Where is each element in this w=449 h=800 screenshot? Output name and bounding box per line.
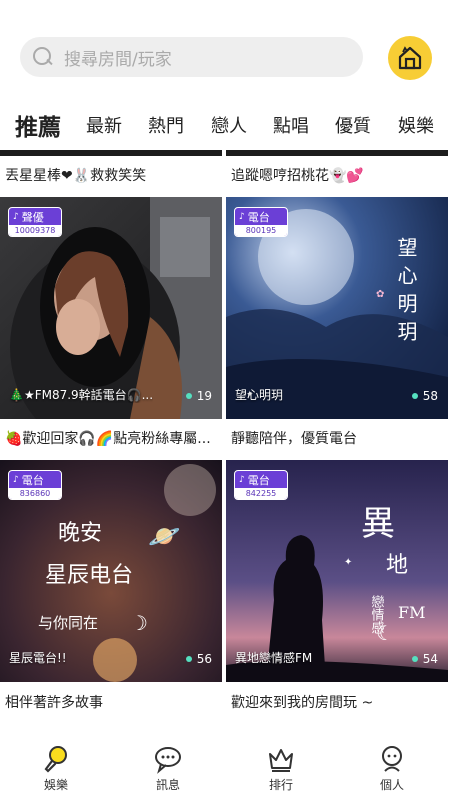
room-name: 星辰電台!!: [9, 651, 67, 665]
room-category-badge: ♪ 電台 800195: [234, 207, 288, 237]
room-title[interactable]: 靜聽陪伴，優質電台: [231, 428, 445, 448]
crown-icon: [269, 749, 293, 772]
nav-profile[interactable]: 個人: [352, 744, 432, 793]
svg-text:地: 地: [386, 553, 408, 578]
room-id: 10009378: [9, 225, 61, 236]
music-note-icon: ♪: [239, 211, 245, 222]
tab-song-request[interactable]: 點唱: [273, 112, 309, 138]
room-name: 🎄★FM87.9幹話電台🎧...: [9, 388, 154, 402]
tab-entertainment[interactable]: 娛樂: [398, 112, 434, 138]
online-dot-icon: [185, 656, 192, 662]
room-title[interactable]: 追蹤嗯哼招桃花👻💕: [231, 165, 445, 185]
room-title[interactable]: 相伴著許多故事: [5, 692, 219, 712]
nav-messages[interactable]: 訊息: [128, 744, 208, 793]
online-count: 54: [411, 652, 438, 666]
svg-text:望心明玥: 望心明玥: [394, 237, 418, 349]
category-label: 電台: [21, 473, 44, 487]
search-placeholder: 搜尋房間/玩家: [64, 49, 172, 70]
room-name: 異地戀情感FM: [235, 651, 313, 665]
room-card[interactable]: 異 地 戀情感 FM ☾ ✦ ♪ 電台 842255 異地戀情感FM 54: [226, 460, 448, 682]
online-count-value: 19: [196, 389, 212, 403]
room-title[interactable]: 丟星星棒❤🐰救救笑笑: [5, 165, 219, 185]
svg-text:☾: ☾: [376, 621, 394, 645]
online-count: 19: [185, 389, 212, 403]
svg-text:異: 異: [361, 504, 395, 544]
house-icon: [398, 46, 422, 70]
room-title[interactable]: 歡迎來到我的房間玩 ~: [231, 692, 445, 712]
room-category-badge: ♪ 電台 842255: [234, 470, 288, 500]
room-card[interactable]: ♪ 聲優 10009378 🎄★FM87.9幹話電台🎧... 19: [0, 197, 222, 419]
svg-text:☽: ☽: [130, 611, 148, 635]
room-id: 836860: [9, 488, 61, 499]
header: 搜尋房間/玩家 推薦 最新 熱門 戀人 點唱 優質 娛樂: [0, 0, 449, 150]
microphone-icon: [44, 746, 67, 773]
nav-label: 娛樂: [43, 778, 68, 792]
room-category-badge: ♪ 電台 836860: [8, 470, 62, 500]
room-title[interactable]: 🍓歡迎回家🎧🌈點亮粉絲專屬...: [5, 428, 219, 448]
room-id: 800195: [235, 225, 287, 236]
tab-recommend[interactable]: 推薦: [15, 102, 77, 142]
online-count-value: 56: [196, 652, 212, 666]
svg-text:✿: ✿: [376, 289, 384, 300]
home-room-button[interactable]: [388, 36, 432, 80]
tab-hot[interactable]: 熱門: [148, 112, 184, 138]
nav-label: 個人: [379, 778, 404, 792]
online-dot-icon: [185, 393, 192, 399]
music-note-icon: ♪: [239, 474, 245, 485]
card-image-strip[interactable]: [226, 150, 448, 156]
svg-text:与你同在: 与你同在: [38, 614, 98, 632]
nav-entertainment[interactable]: 娛樂: [16, 744, 96, 793]
svg-text:星辰电台: 星辰电台: [45, 563, 133, 588]
room-card[interactable]: 晚安 星辰电台 与你同在 🪐 ☽ ♪ 電台 836860 星辰電台!! 56: [0, 460, 222, 682]
search-icon: [32, 46, 54, 68]
online-count-value: 54: [422, 652, 438, 666]
music-note-icon: ♪: [13, 474, 19, 485]
tab-lovers[interactable]: 戀人: [211, 112, 247, 138]
nav-label: 訊息: [155, 778, 180, 792]
category-label: 電台: [247, 210, 270, 224]
chat-bubble-icon: [155, 747, 181, 774]
room-id: 842255: [235, 488, 287, 499]
online-count-value: 58: [422, 389, 438, 403]
nav-ranking[interactable]: 排行: [241, 744, 321, 793]
online-count: 56: [185, 652, 212, 666]
category-tabs: 推薦 最新 熱門 戀人 點唱 優質 娛樂: [0, 102, 449, 150]
online-dot-icon: [411, 393, 418, 399]
svg-text:✦: ✦: [344, 557, 352, 568]
category-label: 電台: [247, 473, 270, 487]
bottom-navigation: 娛樂 訊息 排行 個人: [0, 738, 449, 800]
music-note-icon: ♪: [13, 211, 19, 222]
room-category-badge: ♪ 聲優 10009378: [8, 207, 62, 237]
category-label: 聲優: [21, 210, 44, 224]
svg-text:🪐: 🪐: [148, 522, 181, 552]
card-image-strip[interactable]: [0, 150, 222, 156]
search-bar[interactable]: 搜尋房間/玩家: [20, 37, 363, 77]
person-icon: [382, 746, 402, 772]
svg-text:FM: FM: [398, 603, 425, 622]
online-dot-icon: [411, 656, 418, 662]
room-card[interactable]: 望心明玥 ✦ ✿ ♪ 電台 800195 望心明玥 58: [226, 197, 448, 419]
tab-quality[interactable]: 優質: [335, 112, 371, 138]
online-count: 58: [411, 389, 438, 403]
room-name: 望心明玥: [235, 388, 284, 402]
tab-latest[interactable]: 最新: [86, 112, 122, 138]
nav-label: 排行: [268, 778, 293, 792]
svg-text:晚安: 晚安: [58, 521, 102, 546]
